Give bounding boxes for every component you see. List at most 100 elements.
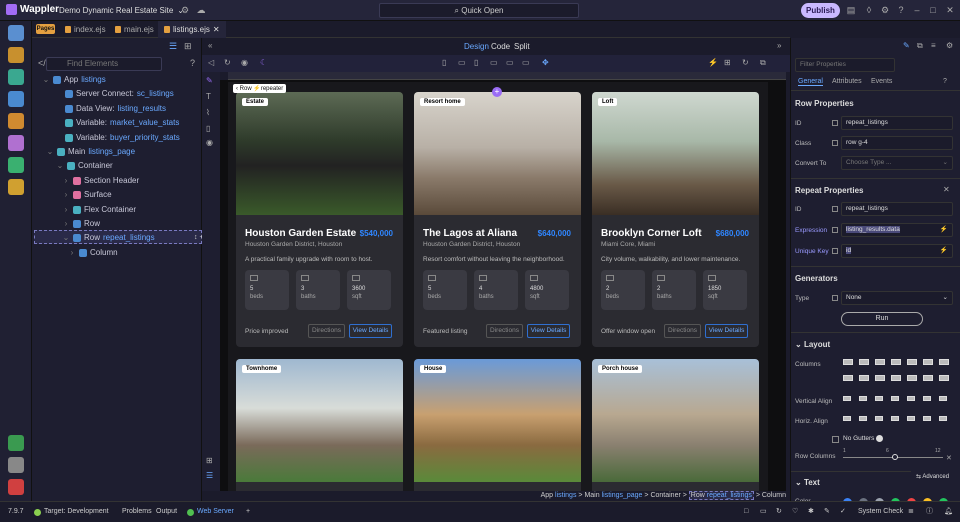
view-details-button[interactable]: View Details (527, 324, 570, 338)
trash-icon[interactable]: ▯ (206, 124, 210, 133)
design-icon[interactable] (8, 135, 24, 151)
expand-icon[interactable]: › (62, 188, 70, 202)
bind-icon[interactable] (832, 227, 838, 233)
problems-button[interactable]: Problems (122, 507, 152, 517)
tab-split[interactable]: Split (514, 42, 530, 51)
listing-card[interactable]: Resort home The Lagos at Aliana $640,000 Ho… (414, 92, 581, 347)
tab-events[interactable]: Events (871, 78, 892, 85)
dark-mode-icon[interactable]: ☾ (260, 58, 267, 67)
tab-index[interactable]: index.ejs (59, 21, 112, 38)
listing-card[interactable]: Porch house (592, 359, 759, 499)
tree-node[interactable]: › Section Header (62, 174, 142, 188)
align-option[interactable] (843, 396, 851, 401)
device-phone-icon[interactable]: ▯ (442, 58, 446, 67)
repeat-id-input[interactable]: repeat_listings (841, 202, 953, 216)
tree-node[interactable]: Variable: market_value_stats (54, 116, 179, 130)
tab-code[interactable]: Code (491, 42, 510, 51)
column-layout-option[interactable] (891, 359, 901, 365)
bug-icon[interactable]: ✱ (808, 507, 814, 517)
tree-node[interactable]: ⌄ Container (56, 159, 116, 173)
slider-handle[interactable] (892, 454, 898, 460)
tab-design[interactable]: Design (464, 42, 489, 51)
align-option[interactable] (939, 416, 947, 421)
view-details-button[interactable]: View Details (705, 324, 748, 338)
close-icon[interactable]: ✕ (945, 5, 955, 15)
column-layout-option[interactable] (923, 359, 933, 365)
listing-card[interactable]: Loft Brooklyn Corner Loft $680,000 Miami Co… (592, 92, 759, 347)
align-option[interactable] (907, 416, 915, 421)
column-layout-option[interactable] (939, 359, 949, 365)
expand-icon[interactable]: ⌄ (56, 159, 64, 173)
id-input[interactable]: repeat_listings (841, 116, 953, 130)
pages-icon[interactable] (8, 25, 24, 41)
advanced-toggle[interactable]: ⇆ Advanced (916, 473, 949, 480)
tab-listings[interactable]: listings.ejs ✕ (158, 21, 226, 38)
device-tablet-icon[interactable]: ▯ (474, 58, 478, 67)
database-icon[interactable] (8, 91, 24, 107)
flows-icon[interactable] (8, 69, 24, 85)
bind-icon[interactable] (832, 140, 838, 146)
convert-select[interactable]: Choose Type ... ⌄ (841, 156, 953, 170)
publish-button[interactable]: Publish (801, 3, 840, 18)
minimize-icon[interactable]: – (912, 5, 922, 15)
workflows-icon[interactable] (8, 47, 24, 63)
tree-node[interactable]: ⌄ Main listings_page (46, 145, 135, 159)
collapse-left-icon[interactable]: « (208, 41, 212, 50)
cloud-icon[interactable]: ☁ (196, 5, 206, 15)
settings-icon[interactable]: ⚙ (180, 5, 190, 15)
device-phone-landscape-icon[interactable]: ▭ (458, 58, 466, 67)
align-option[interactable] (859, 416, 867, 421)
grid-view-icon[interactable]: ⊞ (206, 456, 213, 465)
tree-node[interactable]: ⌄Rowrepeat_listings↕ + ⧉ (62, 231, 210, 245)
maximize-icon[interactable]: □ (928, 5, 938, 15)
tree-node[interactable]: › Column (68, 246, 121, 260)
camera-icon[interactable]: ◉ (241, 58, 248, 67)
tree-icon[interactable]: ⊞ (184, 41, 192, 52)
column-layout-option[interactable] (923, 375, 933, 381)
bind-icon[interactable] (832, 248, 838, 254)
align-option[interactable] (875, 416, 883, 421)
align-option[interactable] (859, 396, 867, 401)
device-wide-icon[interactable]: ▭ (522, 58, 530, 67)
expand-icon[interactable]: › (62, 174, 70, 188)
git-icon[interactable] (8, 435, 24, 451)
external-icon[interactable]: ⧉ (760, 58, 766, 68)
row-label[interactable]: ‹ Row ⚡repeater (233, 84, 287, 93)
bind-icon[interactable] (832, 295, 838, 301)
column-layout-option[interactable] (843, 359, 853, 365)
help-icon[interactable]: ? (943, 78, 947, 85)
resources-icon[interactable] (8, 157, 24, 173)
tab-attributes[interactable]: Attributes (832, 78, 862, 85)
bind-icon[interactable] (832, 206, 838, 212)
lightning-icon[interactable]: ⚡ (940, 224, 948, 236)
close-icon[interactable]: ✕ (213, 21, 220, 38)
system-check-button[interactable]: System Check (858, 507, 903, 517)
no-gutters-checkbox[interactable] (832, 436, 839, 443)
bot-icon[interactable] (8, 179, 24, 195)
tree-node[interactable]: Data View: listing_results (54, 102, 166, 116)
brush-icon[interactable]: ⌇ (206, 108, 210, 117)
sliders-icon[interactable]: ⚙ (946, 41, 953, 50)
align-option[interactable] (891, 416, 899, 421)
collapse-right-icon[interactable]: » (777, 41, 781, 50)
type-select[interactable]: None ⌄ (841, 291, 953, 305)
refresh-icon[interactable]: ↻ (224, 58, 231, 67)
expand-icon[interactable]: ⌄ (46, 145, 54, 159)
column-layout-option[interactable] (875, 375, 885, 381)
notes-icon[interactable]: ≣ (908, 507, 914, 517)
align-option[interactable] (875, 396, 883, 401)
directions-button[interactable]: Directions (308, 324, 345, 338)
directions-button[interactable]: Directions (486, 324, 523, 338)
device-laptop-icon[interactable]: ▭ (490, 58, 498, 67)
magic-icon[interactable]: ⚡ (708, 58, 718, 67)
square-icon[interactable]: □ (744, 507, 748, 517)
bind-icon[interactable] (832, 120, 838, 126)
tab-main[interactable]: main.ejs (109, 21, 160, 38)
eye-icon[interactable]: ◉ (206, 138, 213, 147)
routes-icon[interactable] (8, 113, 24, 129)
breadcrumb-active[interactable]: Row repeat_listings (688, 491, 754, 500)
tree-node[interactable]: ⌄ App listings (42, 73, 106, 87)
unique-key-input[interactable]: id ⚡ (841, 244, 953, 258)
column-layout-option[interactable] (907, 375, 917, 381)
column-layout-option[interactable] (939, 375, 949, 381)
